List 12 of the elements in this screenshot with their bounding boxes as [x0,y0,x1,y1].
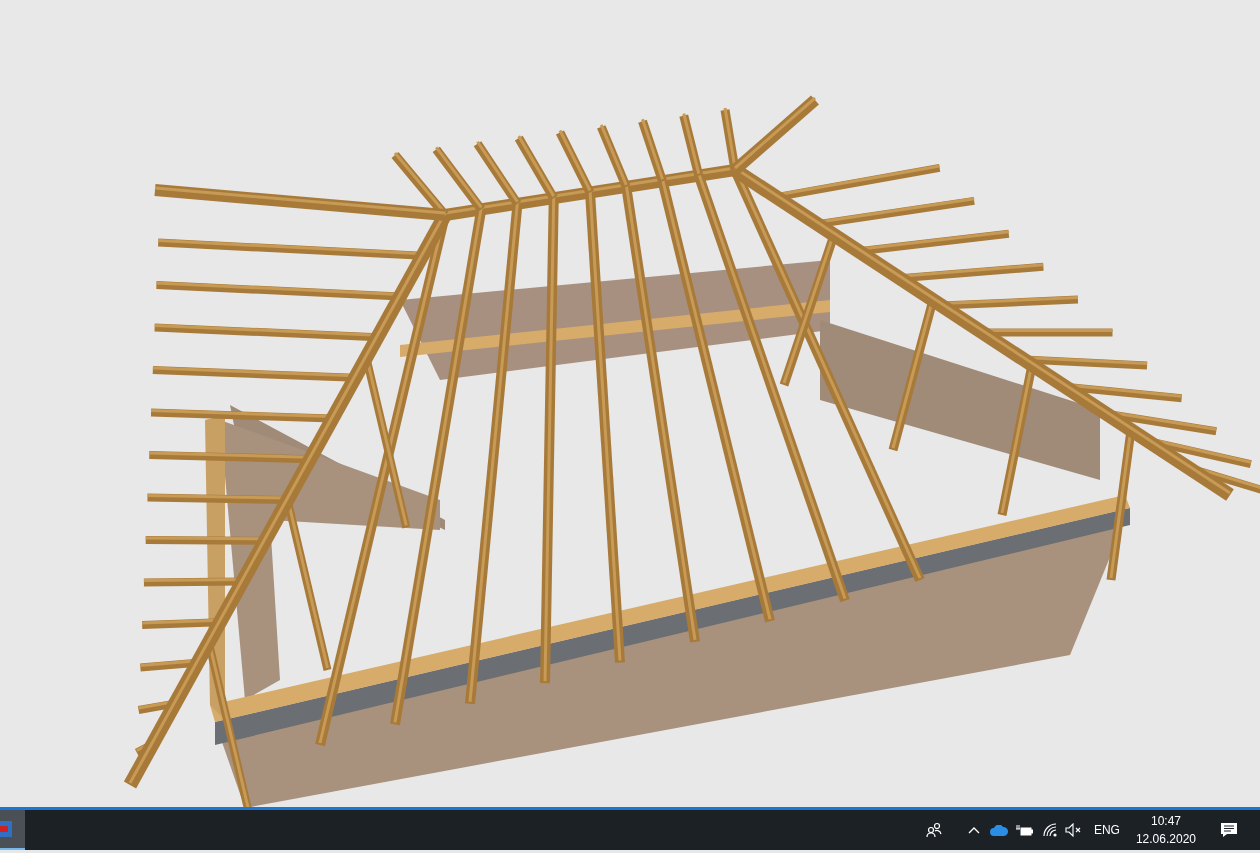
clock-date: 12.06.2020 [1135,831,1196,848]
mute-icon[interactable] [1064,823,1082,837]
clock[interactable]: 10:47 12.06.2020 [1135,812,1196,848]
notifications-icon[interactable] [1220,822,1238,838]
chevron-up-icon[interactable] [967,826,980,834]
battery-icon[interactable] [1015,824,1033,836]
people-icon[interactable] [925,822,942,838]
language-indicator[interactable]: ENG [1093,821,1120,839]
clock-time: 10:47 [1150,813,1181,830]
app-icon[interactable] [0,810,25,850]
wifi-icon[interactable] [1042,823,1057,837]
cloud-icon[interactable] [989,824,1008,836]
